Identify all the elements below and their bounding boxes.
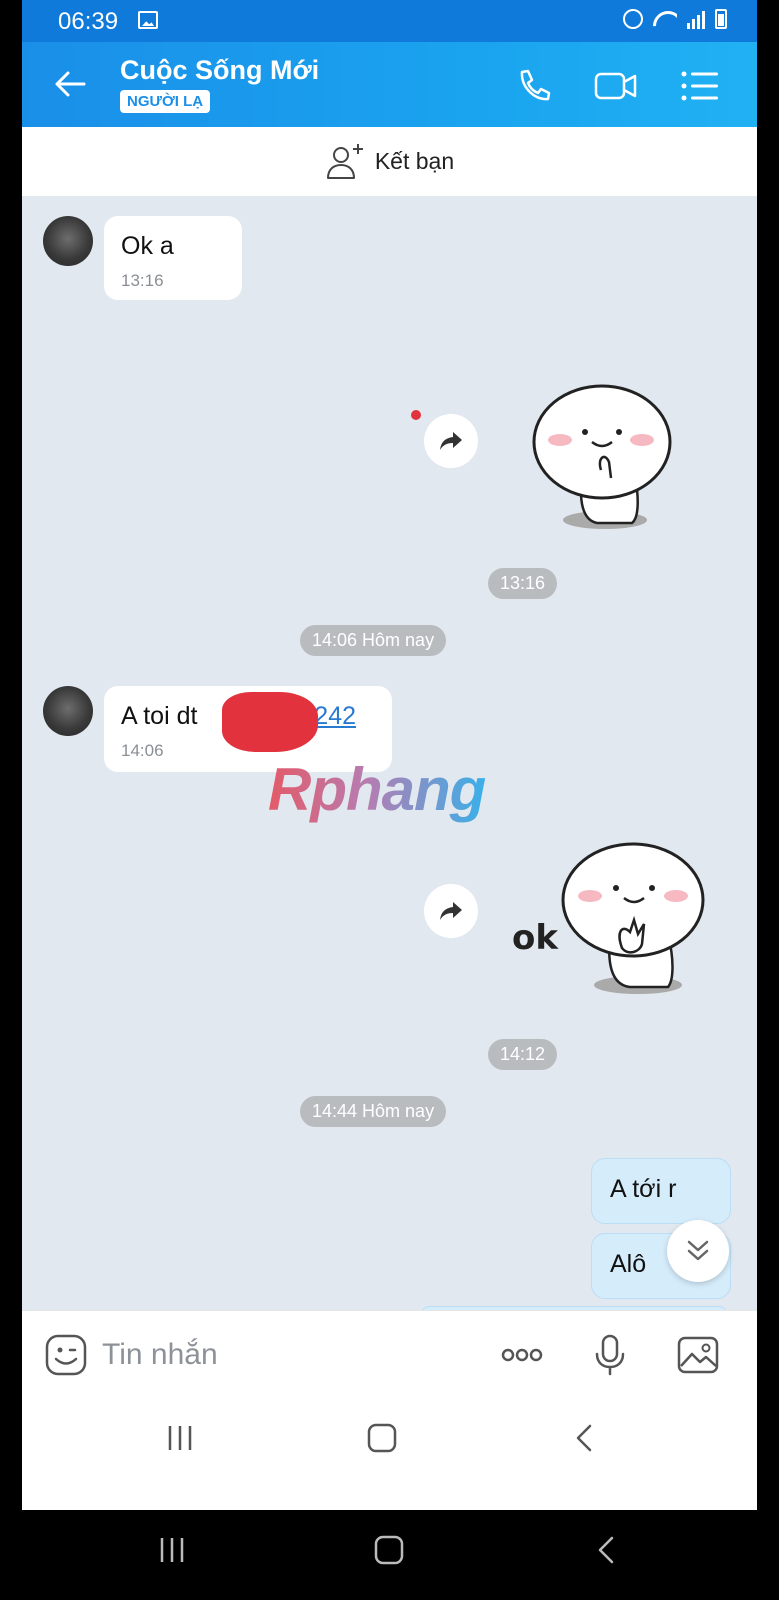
back-arrow-icon [55, 71, 86, 97]
date-divider: 14:44 Hôm nay [300, 1096, 447, 1127]
message-text: Alô [610, 1250, 647, 1278]
app-navigation-bar [22, 1398, 757, 1510]
recent-apps-icon [168, 1426, 192, 1450]
chevron-double-down-icon [687, 1240, 709, 1261]
video-icon [594, 72, 637, 100]
home-icon [367, 1423, 397, 1453]
scroll-to-bottom-button[interactable] [667, 1220, 729, 1282]
stranger-badge: NGƯỜI LẠ [120, 90, 211, 113]
forward-button[interactable] [424, 884, 478, 938]
message-text-prefix: A toi dt [121, 702, 205, 730]
message-bubble-outgoing[interactable]: A tới r [591, 1158, 731, 1224]
microphone-icon [595, 1334, 625, 1376]
gallery-notification-icon [138, 11, 158, 29]
sticker-ok[interactable]: ok [510, 840, 710, 1005]
message-time: 13:16 [488, 568, 558, 599]
video-call-button[interactable] [594, 64, 638, 108]
message-time: 13:16 [121, 271, 164, 290]
forward-icon [440, 432, 462, 450]
home-button[interactable] [359, 1530, 419, 1570]
add-friend-label: Kết bạn [374, 148, 455, 174]
voice-call-button[interactable] [512, 64, 556, 108]
emoji-icon [45, 1334, 87, 1376]
back-nav-button[interactable] [554, 1418, 614, 1458]
battery-icon [715, 9, 727, 29]
redaction-scribble [222, 692, 318, 752]
message-text: A tới r [610, 1175, 677, 1203]
more-options-button[interactable] [500, 1333, 544, 1377]
message-time: 14:12 [488, 1039, 558, 1070]
message-composer [22, 1310, 757, 1398]
forward-icon [440, 902, 462, 920]
recent-apps-button[interactable] [142, 1530, 202, 1570]
avatar[interactable] [43, 686, 93, 736]
chevron-left-icon [598, 1536, 614, 1564]
wifi-icon [653, 9, 677, 29]
recent-apps-button[interactable] [150, 1418, 210, 1458]
voice-record-button[interactable] [588, 1333, 632, 1377]
home-button[interactable] [352, 1418, 412, 1458]
send-image-button[interactable] [676, 1333, 720, 1377]
avatar[interactable] [43, 216, 93, 266]
recent-apps-icon [160, 1538, 184, 1562]
message-input[interactable] [102, 1333, 482, 1377]
status-bar: 06:39 [22, 0, 757, 42]
forward-button[interactable] [424, 414, 478, 468]
watermark: Rphang [268, 756, 486, 823]
conversation-title[interactable]: Cuộc Sống Mới [120, 55, 319, 86]
add-friend-button[interactable]: Kết bạn [22, 127, 757, 196]
add-user-icon [326, 143, 363, 179]
status-icons [623, 9, 727, 29]
system-navigation-bar [0, 1510, 779, 1600]
home-icon [374, 1535, 404, 1565]
conversation-menu-button[interactable] [678, 64, 722, 108]
back-nav-button[interactable] [576, 1530, 636, 1570]
phone-icon [520, 69, 551, 101]
sticker-text: ok [512, 918, 558, 958]
sticker-smile[interactable] [527, 380, 677, 535]
back-button[interactable] [50, 64, 90, 104]
chat-header: Cuộc Sống Mới NGƯỜI LẠ [22, 42, 757, 127]
menu-list-icon [681, 71, 718, 101]
chevron-left-icon [576, 1424, 592, 1452]
unread-dot [411, 410, 421, 420]
message-text: Ok a [121, 232, 174, 260]
status-time: 06:39 [58, 8, 119, 35]
app-screen: 06:39 Cuộc Sống Mới NGƯỜI LẠ Kết bạn Ok … [22, 0, 757, 1510]
image-icon [677, 1336, 719, 1374]
message-bubble-incoming[interactable]: Ok a 13:16 [104, 216, 242, 300]
date-divider: 14:06 Hôm nay [300, 625, 447, 656]
signal-icon [687, 9, 705, 29]
alarm-icon [623, 9, 643, 29]
emoji-button[interactable] [44, 1333, 88, 1377]
more-icon [501, 1348, 543, 1362]
